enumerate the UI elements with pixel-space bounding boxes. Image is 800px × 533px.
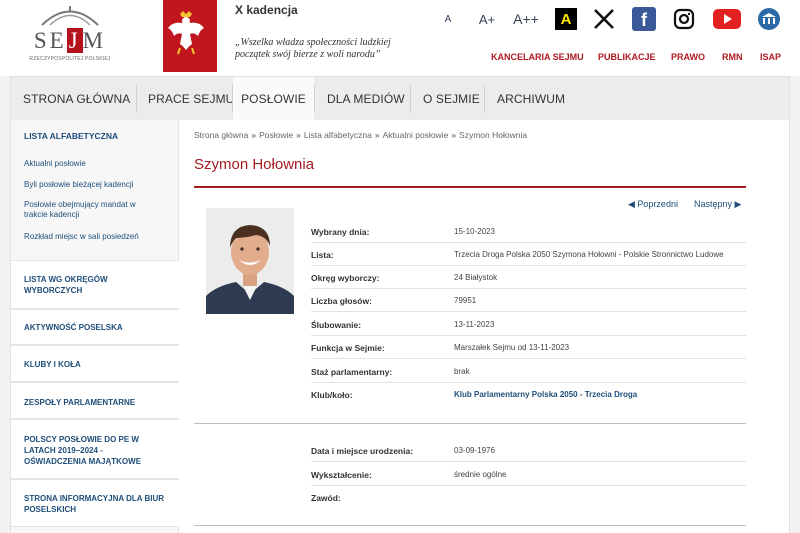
- sidebar-heading[interactable]: LISTA ALFABETYCZNA: [24, 131, 118, 141]
- breadcrumb-home[interactable]: Strona główna: [194, 130, 248, 140]
- x-twitter-icon[interactable]: [591, 6, 617, 32]
- logo-wordmark: SEJM: [33, 28, 107, 53]
- sidebar: LISTA ALFABETYCZNA Aktualni posłowie Byl…: [11, 120, 179, 533]
- breadcrumb-poslowie[interactable]: Posłowie: [259, 130, 293, 140]
- sidebar-section-biura[interactable]: STRONA INFORMACYJNA DLA BIUR POSELSKICH: [11, 479, 179, 527]
- page-title: Szymon Hołownia: [194, 156, 315, 173]
- font-size-medium-button[interactable]: A+: [476, 6, 498, 32]
- sidebar-link-aktualni[interactable]: Aktualni posłowie: [24, 159, 159, 169]
- public-info-bulletin-icon[interactable]: [758, 8, 780, 30]
- toplink-isap[interactable]: ISAP: [760, 52, 781, 62]
- sejm-dome-icon: [41, 6, 99, 26]
- sidebar-section-label: ZESPOŁY PARLAMENTARNE: [24, 398, 136, 407]
- section-divider: [194, 423, 746, 424]
- breadcrumb-current: Szymon Hołownia: [459, 130, 528, 140]
- sidebar-section-label: STRONA INFORMACYJNA DLA BIUR POSELSKICH: [24, 494, 164, 514]
- sidebar-section-label: KLUBY I KOŁA: [24, 360, 81, 369]
- nav-home[interactable]: STRONA GŁÓWNA: [23, 77, 130, 121]
- nav-archiwum[interactable]: ARCHIWUM: [497, 77, 565, 121]
- sidebar-section-label: POLSCY POSŁOWIE DO PE W LATACH 2019–2024…: [24, 435, 142, 466]
- detail-row-lista: Lista: Trzecia Droga Polska 2050 Szymona…: [311, 243, 746, 266]
- detail-row-wybrany: Wybrany dnia: 15-10-2023: [311, 220, 746, 243]
- breadcrumb-lista[interactable]: Lista alfabetyczna: [304, 130, 372, 140]
- youtube-icon[interactable]: [713, 9, 741, 29]
- logo-subtitle: RZECZYPOSPOLITEJ POLSKIEJ: [29, 56, 111, 62]
- facebook-icon[interactable]: f: [632, 7, 656, 31]
- sidebar-section-okregi[interactable]: LISTA WG OKRĘGÓW WYBORCZYCH: [11, 260, 179, 309]
- main-navigation: STRONA GŁÓWNA PRACE SEJMU POSŁOWIE DLA M…: [10, 76, 790, 121]
- previous-mp-link[interactable]: ◀ Poprzedni: [628, 199, 678, 210]
- detail-row-urodzenie: Data i miejsce urodzenia: 03-09-1976: [311, 439, 746, 462]
- detail-row-wyksztalcenie: Wykształcenie: średnie ogólne: [311, 463, 746, 486]
- sidebar-section-aktywnosc[interactable]: AKTYWNOŚĆ POSELSKA: [11, 309, 179, 345]
- header-quote: „Wszelka władza społeczności ludzkiej po…: [235, 37, 391, 60]
- section-divider: [194, 525, 746, 526]
- mp-portrait: [206, 208, 294, 314]
- national-emblem: [163, 0, 217, 72]
- nav-poslowie[interactable]: POSŁOWIE: [233, 77, 314, 121]
- page-body: LISTA ALFABETYCZNA Aktualni posłowie Byl…: [10, 120, 790, 533]
- detail-row-staz: Staż parlamentarny: brak: [311, 360, 746, 383]
- detail-row-zawod: Zawód:: [311, 493, 341, 503]
- title-underline: [194, 186, 746, 188]
- toplink-rmn[interactable]: RMN: [722, 52, 743, 62]
- nav-dla-mediow[interactable]: DLA MEDIÓW: [327, 77, 405, 121]
- sidebar-section-pe[interactable]: POLSCY POSŁOWIE DO PE W LATACH 2019–2024…: [11, 419, 179, 479]
- sidebar-section-kluby[interactable]: KLUBY I KOŁA: [11, 345, 179, 382]
- sidebar-section-label: AKTYWNOŚĆ POSELSKA: [24, 323, 123, 332]
- white-eagle-icon: [168, 11, 204, 55]
- toplink-prawo[interactable]: PRAWO: [671, 52, 705, 62]
- detail-row-okreg: Okręg wyborczy: 24 Białystok: [311, 266, 746, 289]
- sidebar-link-rozklad[interactable]: Rozkład miejsc w sali posiedzeń: [24, 232, 159, 242]
- club-link[interactable]: Klub Parlamentarny Polska 2050 - Trzecia…: [454, 390, 637, 399]
- font-size-small-button[interactable]: A: [442, 6, 454, 32]
- sidebar-link-byli[interactable]: Byli posłowie bieżącej kadencji: [24, 180, 159, 190]
- site-header: SEJM RZECZYPOSPOLITEJ POLSKIEJ X kadencj…: [0, 0, 800, 76]
- toplink-publikacje[interactable]: PUBLIKACJE: [598, 52, 656, 62]
- term-label: X kadencja: [235, 3, 298, 17]
- sidebar-section-label: LISTA WG OKRĘGÓW WYBORCZYCH: [24, 275, 108, 295]
- sejm-logo[interactable]: SEJM RZECZYPOSPOLITEJ POLSKIEJ: [22, 4, 118, 64]
- nav-o-sejmie[interactable]: O SEJMIE: [423, 77, 480, 121]
- detail-row-slubowanie: Ślubowanie: 13-11-2023: [311, 313, 746, 336]
- toplink-kancelaria[interactable]: KANCELARIA SEJMU: [491, 52, 584, 62]
- detail-row-funkcja: Funkcja w Sejmie: Marszałek Sejmu od 13-…: [311, 336, 746, 359]
- breadcrumb-aktualni[interactable]: Aktualni posłowie: [383, 130, 449, 140]
- detail-row-klub: Klub/koło: Klub Parlamentarny Polska 205…: [311, 390, 638, 400]
- sidebar-section-zespoly[interactable]: ZESPOŁY PARLAMENTARNE: [11, 382, 179, 419]
- font-size-large-button[interactable]: A++: [511, 6, 541, 32]
- sidebar-link-obejmujacy[interactable]: Posłowie obejmujący mandat w trakcie kad…: [24, 200, 154, 220]
- breadcrumb: Strona główna» Posłowie» Lista alfabetyczn…: [194, 130, 528, 140]
- detail-row-glosy: Liczba głosów: 79951: [311, 289, 746, 312]
- high-contrast-button[interactable]: A: [555, 8, 577, 30]
- next-mp-link[interactable]: Następny ▶: [694, 199, 741, 210]
- nav-prace-sejmu[interactable]: PRACE SEJMU: [148, 77, 234, 121]
- instagram-icon[interactable]: [672, 6, 696, 32]
